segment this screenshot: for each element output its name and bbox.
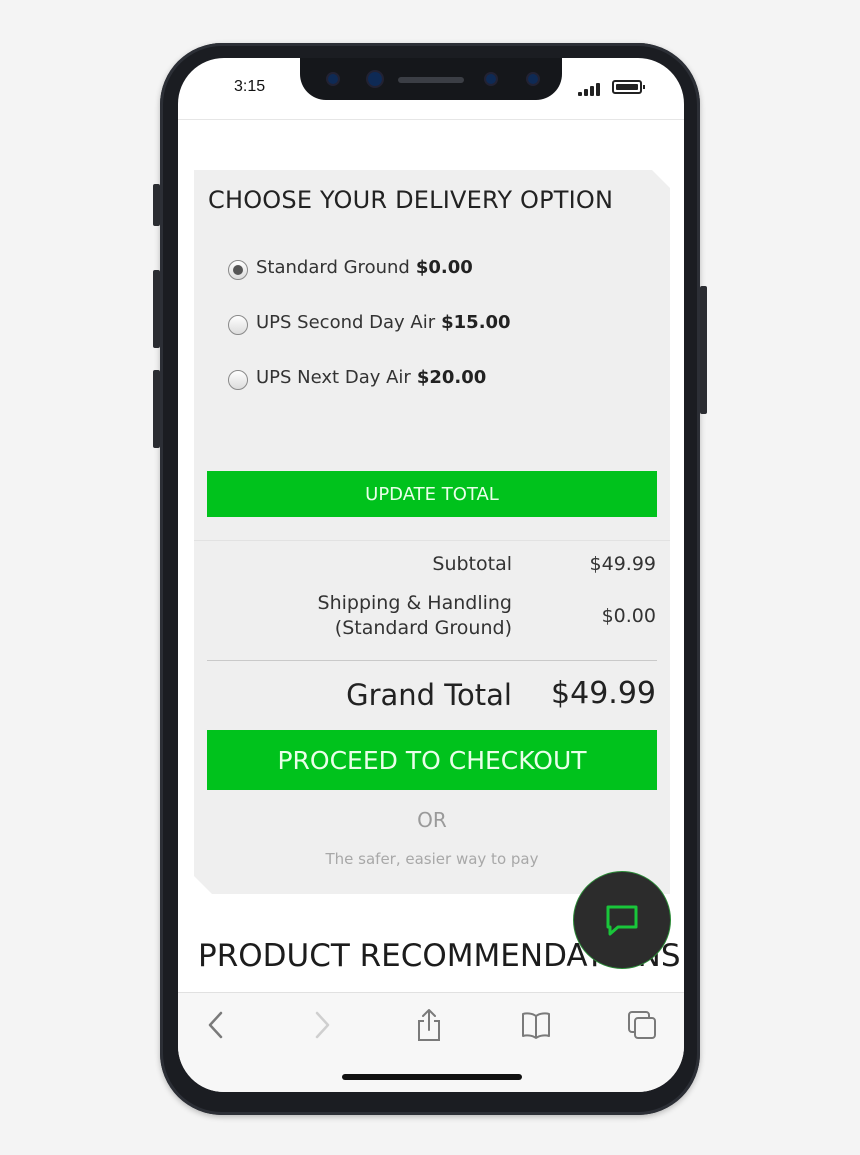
power-button: [700, 286, 707, 414]
option-price: $20.00: [416, 366, 487, 388]
radio-standard[interactable]: [228, 260, 248, 280]
option-label: UPS Second Day Air: [256, 311, 436, 333]
proceed-to-checkout-button[interactable]: PROCEED TO CHECKOUT: [207, 730, 657, 790]
subtotal-label: Subtotal: [432, 553, 512, 575]
volume-up-button: [153, 270, 160, 348]
divider: [178, 119, 684, 120]
earpiece-speaker: [398, 77, 464, 83]
option-label: UPS Next Day Air: [256, 366, 411, 388]
radio-next-day[interactable]: [228, 370, 248, 390]
battery-icon: [612, 80, 645, 94]
forward-button[interactable]: [304, 1007, 340, 1043]
shipping-method-label: (Standard Ground): [334, 617, 512, 639]
signal-icon: [578, 82, 602, 96]
divider: [207, 660, 657, 661]
share-button[interactable]: [411, 1007, 447, 1043]
or-separator: OR: [417, 808, 447, 832]
sensor-right-2: [528, 74, 538, 84]
shipping-label: Shipping & Handling: [317, 592, 512, 614]
chat-bubble-icon: [606, 905, 638, 936]
share-icon: [418, 1009, 440, 1041]
delivery-option-standard[interactable]: Standard Ground $0.00: [228, 254, 473, 280]
back-button[interactable]: [198, 1007, 234, 1043]
mute-switch: [153, 184, 160, 226]
chevron-left-icon: [208, 1011, 223, 1039]
delivery-option-second-day[interactable]: UPS Second Day Air $15.00: [228, 309, 511, 335]
bookmarks-button[interactable]: [518, 1007, 554, 1043]
cart-summary-panel: CHOOSE YOUR DELIVERY OPTION Standard Gro…: [194, 170, 670, 894]
notch: [300, 58, 562, 100]
chat-button[interactable]: [573, 871, 671, 969]
option-label: Standard Ground: [256, 256, 410, 278]
option-price: $15.00: [441, 311, 511, 333]
delivery-option-next-day[interactable]: UPS Next Day Air $20.00: [228, 364, 486, 390]
sensor-right-1: [486, 74, 496, 84]
divider: [194, 540, 670, 541]
home-indicator: [342, 1074, 522, 1080]
grand-total-label: Grand Total: [346, 678, 512, 712]
grand-total-value: $49.99: [551, 676, 656, 711]
sensor-left: [328, 74, 338, 84]
shipping-value: $0.00: [601, 605, 656, 627]
option-price: $0.00: [415, 256, 473, 278]
delivery-title: CHOOSE YOUR DELIVERY OPTION: [208, 186, 614, 214]
subtotal-value: $49.99: [589, 553, 656, 575]
front-camera: [368, 72, 382, 86]
tabs-button[interactable]: [624, 1007, 660, 1043]
phone-screen: 3:15 CHOOSE YOUR DELIVERY OPTION Standar…: [178, 58, 684, 1092]
book-icon: [522, 1012, 550, 1039]
radio-second-day[interactable]: [228, 315, 248, 335]
tabs-icon: [628, 1011, 656, 1039]
volume-down-button: [153, 370, 160, 448]
update-total-button[interactable]: UPDATE TOTAL: [207, 471, 657, 517]
alt-payment-tagline: The safer, easier way to pay: [325, 850, 539, 868]
chevron-right-icon: [315, 1011, 330, 1039]
status-time: 3:15: [234, 78, 266, 95]
